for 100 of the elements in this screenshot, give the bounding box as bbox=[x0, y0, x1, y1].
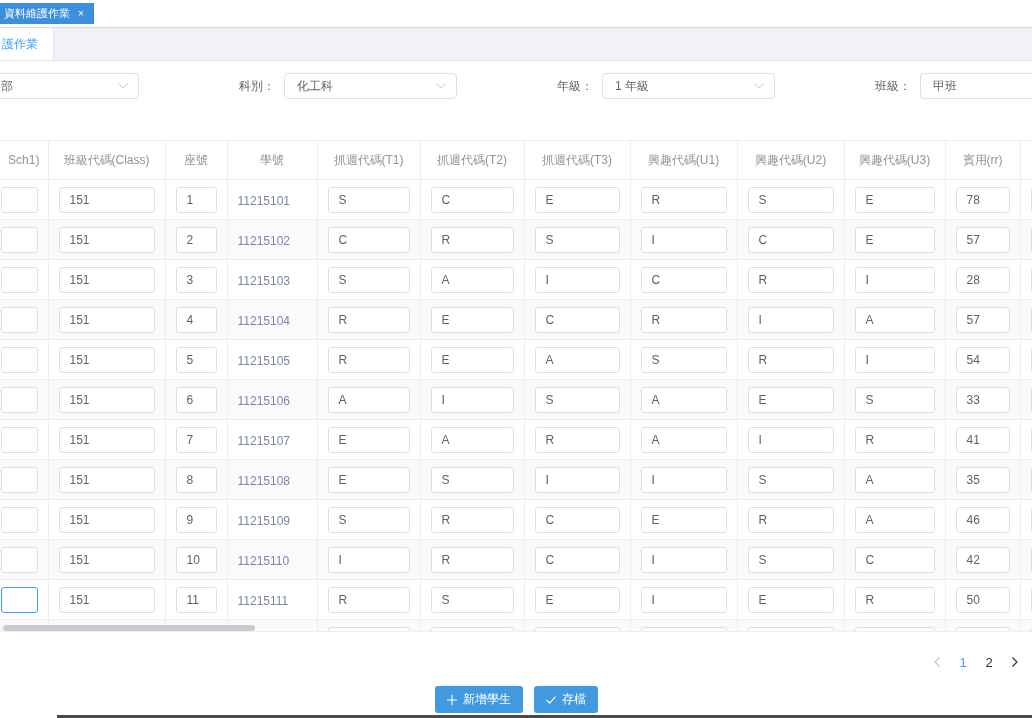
input-field[interactable]: S bbox=[327, 186, 410, 213]
input-field[interactable]: 35 bbox=[955, 466, 1010, 493]
input-field[interactable]: E bbox=[430, 346, 514, 373]
input-field[interactable]: A bbox=[640, 426, 727, 453]
input-field[interactable]: 7 bbox=[175, 426, 217, 453]
input-field[interactable]: 151 bbox=[58, 266, 155, 293]
input-field[interactable]: R bbox=[747, 506, 834, 533]
input-field[interactable]: A bbox=[854, 306, 935, 333]
input-field[interactable]: 151 bbox=[58, 306, 155, 333]
input-field[interactable]: S bbox=[747, 546, 834, 573]
input-field[interactable]: 78 bbox=[955, 186, 1010, 213]
input-field[interactable]: 8 bbox=[175, 466, 217, 493]
select-field[interactable]: 甲班 bbox=[920, 73, 1032, 99]
input-field[interactable]: R bbox=[854, 586, 935, 613]
input-field[interactable]: R bbox=[640, 306, 727, 333]
input-field[interactable]: C bbox=[327, 226, 410, 253]
input-field[interactable]: S bbox=[327, 266, 410, 293]
input-field[interactable]: C bbox=[430, 186, 514, 213]
input-field[interactable]: I bbox=[534, 466, 620, 493]
input-field[interactable] bbox=[1, 586, 38, 613]
input-field[interactable]: E bbox=[327, 466, 410, 493]
input-field[interactable]: S bbox=[747, 466, 834, 493]
input-field[interactable]: 42 bbox=[955, 546, 1010, 573]
input-field[interactable]: R bbox=[327, 586, 410, 613]
input-field[interactable]: 54 bbox=[955, 346, 1010, 373]
input-field[interactable]: I bbox=[640, 226, 727, 253]
input-field[interactable]: 10 bbox=[175, 546, 217, 573]
input-field[interactable]: 46 bbox=[955, 506, 1010, 533]
input-field[interactable]: E bbox=[327, 426, 410, 453]
input-field[interactable]: I bbox=[430, 386, 514, 413]
input-field[interactable]: A bbox=[327, 386, 410, 413]
input-field[interactable]: R bbox=[640, 186, 727, 213]
input-field[interactable]: A bbox=[430, 426, 514, 453]
input-field[interactable]: C bbox=[534, 306, 620, 333]
input-field[interactable]: 151 bbox=[58, 506, 155, 533]
input-field[interactable]: I bbox=[640, 546, 727, 573]
input-field[interactable]: I bbox=[640, 466, 727, 493]
input-field[interactable]: 151 bbox=[58, 346, 155, 373]
input-field[interactable]: R bbox=[327, 306, 410, 333]
input-field[interactable]: 151 bbox=[58, 546, 155, 573]
input-field[interactable]: 151 bbox=[58, 386, 155, 413]
input-field[interactable]: 50 bbox=[955, 586, 1010, 613]
input-field[interactable]: 2 bbox=[175, 226, 217, 253]
input-field[interactable]: I bbox=[534, 266, 620, 293]
input-field[interactable]: 151 bbox=[58, 226, 155, 253]
input-field[interactable]: R bbox=[430, 226, 514, 253]
input-field[interactable]: R bbox=[327, 346, 410, 373]
input-field[interactable]: I bbox=[854, 346, 935, 373]
input-field[interactable]: R bbox=[430, 546, 514, 573]
input-field[interactable]: I bbox=[640, 586, 727, 613]
input-field[interactable]: S bbox=[854, 386, 935, 413]
select-field[interactable]: 化工科 bbox=[284, 73, 457, 99]
input-field[interactable]: S bbox=[747, 186, 834, 213]
input-field[interactable]: S bbox=[430, 466, 514, 493]
input-field[interactable]: C bbox=[534, 546, 620, 573]
input-field[interactable]: S bbox=[534, 226, 620, 253]
input-field[interactable]: I bbox=[854, 266, 935, 293]
input-field[interactable]: 6 bbox=[175, 386, 217, 413]
input-field[interactable]: R bbox=[854, 426, 935, 453]
input-field[interactable]: E bbox=[534, 186, 620, 213]
input-field[interactable]: R bbox=[430, 506, 514, 533]
input-field[interactable]: 151 bbox=[58, 426, 155, 453]
input-field[interactable]: I bbox=[747, 306, 834, 333]
input-field[interactable]: I bbox=[747, 426, 834, 453]
input-field[interactable]: 9 bbox=[175, 506, 217, 533]
select-field[interactable]: 1 年級 bbox=[602, 73, 775, 99]
horizontal-scrollbar[interactable] bbox=[3, 625, 255, 631]
input-field[interactable]: 3 bbox=[175, 266, 217, 293]
input-field[interactable]: C bbox=[640, 266, 727, 293]
input-field[interactable]: C bbox=[854, 546, 935, 573]
page-button[interactable]: 2 bbox=[976, 648, 1002, 676]
input-field[interactable]: E bbox=[430, 306, 514, 333]
input-field[interactable]: R bbox=[534, 426, 620, 453]
page-tab[interactable]: 資料維護作業 × bbox=[0, 3, 94, 24]
input-field[interactable]: E bbox=[854, 226, 935, 253]
input-field[interactable]: C bbox=[534, 506, 620, 533]
input-field[interactable]: 1 bbox=[175, 186, 217, 213]
input-field[interactable]: 41 bbox=[955, 426, 1010, 453]
input-field[interactable]: S bbox=[327, 506, 410, 533]
select-field[interactable]: 部 bbox=[0, 73, 139, 99]
input-field[interactable]: 11 bbox=[175, 586, 217, 613]
input-field[interactable]: 57 bbox=[955, 226, 1010, 253]
input-field[interactable]: A bbox=[854, 506, 935, 533]
input-field[interactable]: A bbox=[854, 466, 935, 493]
input-field[interactable]: A bbox=[430, 266, 514, 293]
input-field[interactable]: 151 bbox=[58, 466, 155, 493]
input-field[interactable]: 151 bbox=[58, 186, 155, 213]
input-field[interactable]: 4 bbox=[175, 306, 217, 333]
input-field[interactable]: E bbox=[747, 386, 834, 413]
input-field[interactable]: E bbox=[854, 186, 935, 213]
input-field[interactable]: E bbox=[747, 586, 834, 613]
input-field[interactable]: 33 bbox=[955, 386, 1010, 413]
input-field[interactable]: R bbox=[747, 346, 834, 373]
input-field[interactable]: A bbox=[534, 346, 620, 373]
input-field[interactable]: I bbox=[327, 546, 410, 573]
input-field[interactable]: A bbox=[640, 386, 727, 413]
input-field[interactable]: S bbox=[430, 586, 514, 613]
tab-close-button[interactable]: × bbox=[78, 8, 84, 19]
input-field[interactable]: 5 bbox=[175, 346, 217, 373]
input-field[interactable]: C bbox=[747, 226, 834, 253]
